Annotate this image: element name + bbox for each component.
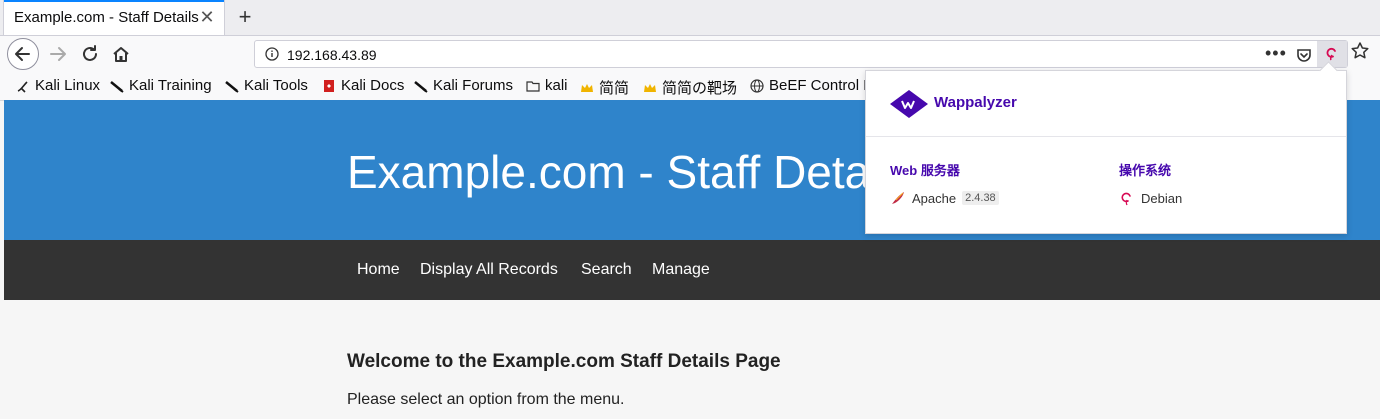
wappalyzer-logo-icon (890, 90, 928, 118)
back-button[interactable] (7, 38, 39, 70)
popup-divider (866, 136, 1346, 137)
welcome-heading: Welcome to the Example.com Staff Details… (347, 351, 781, 372)
kali-icon (414, 80, 428, 93)
wappalyzer-popup: Wappalyzer Web 服务器 Apache 2.4.38 操作系统 De… (865, 61, 1347, 234)
bookmark-label: Kali Tools (244, 77, 308, 94)
bookmark-label: Kali Forums (433, 77, 514, 94)
docs-icon (324, 79, 334, 92)
crown-icon (644, 83, 656, 92)
tab-close-icon[interactable]: ✕ (198, 8, 216, 26)
crown-icon (581, 83, 593, 92)
browser-tab[interactable]: Example.com - Staff Details ✕ (3, 0, 225, 35)
kali-icon (17, 80, 28, 93)
home-button[interactable] (105, 38, 137, 70)
bookmark-star-icon[interactable] (1350, 41, 1370, 61)
forward-button[interactable] (42, 38, 74, 70)
bookmark-item[interactable]: Kali Linux (16, 77, 100, 94)
site-menu: Home Display All Records Search Manage (4, 240, 1380, 300)
bookmark-item[interactable]: 简简 (580, 77, 629, 98)
new-tab-button[interactable]: + (233, 5, 257, 29)
welcome-text: Please select an option from the menu. (347, 391, 625, 408)
bookmark-item[interactable]: BeEF Control P (750, 77, 873, 94)
back-arrow-icon (15, 47, 30, 61)
menu-search-link[interactable]: Search (581, 261, 632, 279)
debian-icon (1121, 192, 1131, 206)
folder-icon (526, 80, 540, 92)
bookmark-label: Kali Docs (341, 77, 405, 94)
reload-icon (83, 45, 97, 61)
reload-button[interactable] (74, 38, 106, 70)
tech-debian[interactable]: Debian (1119, 190, 1182, 206)
tech-name: Debian (1141, 190, 1183, 206)
tab-strip: Example.com - Staff Details ✕ + (0, 0, 1380, 36)
bookmark-item[interactable]: 简简の靶场 (643, 77, 737, 98)
menu-manage-link[interactable]: Manage (652, 261, 710, 279)
tab-title: Example.com - Staff Details (14, 9, 199, 26)
category-operating-system[interactable]: 操作系统 (1119, 160, 1171, 179)
page-actions-icon[interactable]: ••• (1265, 43, 1287, 64)
globe-icon (750, 78, 764, 93)
navigation-toolbar: 192.168.43.89 ••• (0, 36, 1380, 72)
bookmark-label: Kali Training (129, 77, 212, 94)
bookmark-item[interactable]: Kali Tools (225, 77, 308, 94)
menu-display-all-records-link[interactable]: Display All Records (420, 261, 558, 279)
tech-apache[interactable]: Apache 2.4.38 (890, 190, 999, 206)
menu-home-link[interactable]: Home (357, 261, 400, 279)
bookmark-item[interactable]: Kali Forums (414, 77, 513, 94)
kali-icon (225, 80, 239, 93)
tab-accent (4, 0, 224, 2)
version-badge: 2.4.38 (962, 191, 999, 205)
kali-icon (110, 80, 124, 93)
debian-swirl-icon (1326, 47, 1336, 61)
tech-name: Apache (912, 190, 957, 206)
bookmark-label: BeEF Control P (769, 77, 874, 94)
info-icon[interactable] (265, 47, 279, 61)
page-title: Example.com - Staff Details (347, 146, 914, 198)
bookmark-item[interactable]: Kali Training (110, 77, 212, 94)
bookmark-label: kali (545, 77, 568, 94)
apache-feather-icon (892, 192, 904, 204)
bookmark-folder[interactable]: kali (526, 77, 568, 94)
forward-arrow-icon (50, 47, 66, 61)
url-bar[interactable]: 192.168.43.89 ••• (254, 40, 1348, 68)
bookmark-label: Kali Linux (35, 77, 101, 94)
wappalyzer-extension-button[interactable] (1317, 41, 1347, 67)
url-text[interactable]: 192.168.43.89 (287, 47, 377, 63)
pocket-icon[interactable] (1295, 46, 1313, 64)
bookmark-item[interactable]: Kali Docs (322, 77, 404, 94)
home-icon (113, 47, 129, 62)
wappalyzer-name: Wappalyzer (934, 94, 1017, 111)
bookmark-label: 简简の靶场 (662, 80, 738, 97)
category-web-server[interactable]: Web 服务器 (890, 160, 960, 179)
bookmark-label: 简简 (599, 80, 630, 97)
